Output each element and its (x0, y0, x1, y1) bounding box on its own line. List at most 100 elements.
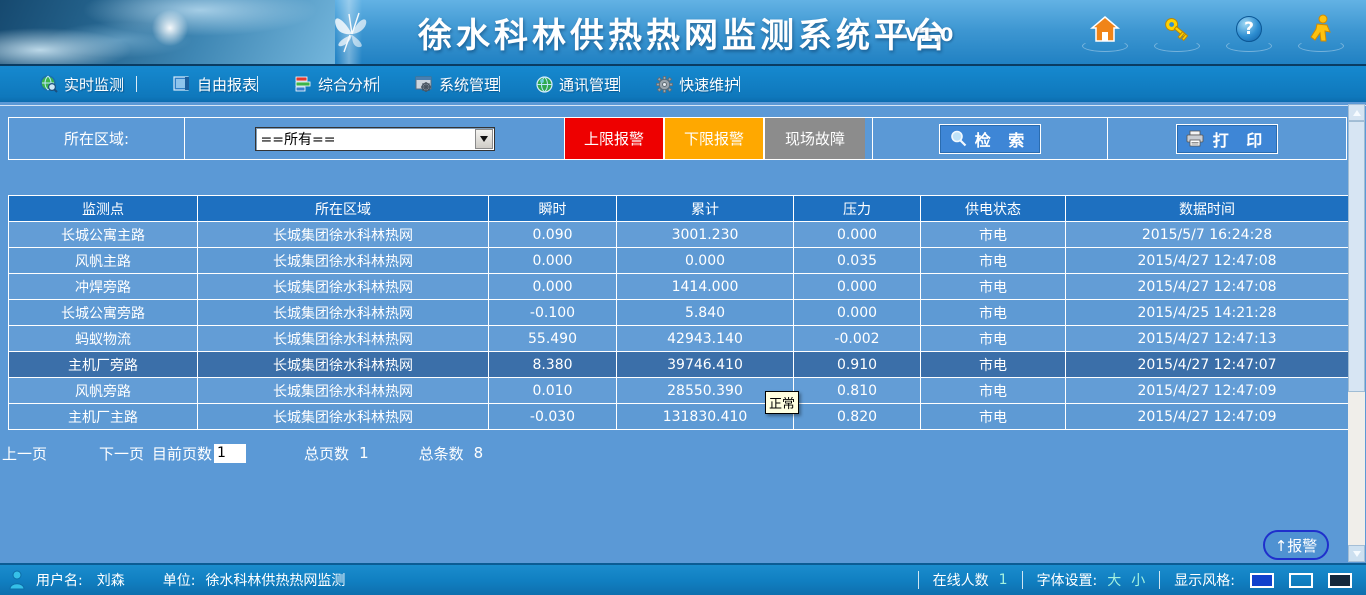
current-page-label: 目前页数 (152, 443, 212, 464)
nav-item-maintenance[interactable]: 快速维护 (656, 74, 739, 95)
nav-item-label: 通讯管理 (559, 74, 619, 95)
ripple-decoration (1298, 40, 1344, 52)
nav-item-label: 系统管理 (439, 74, 499, 95)
scroll-down-button[interactable] (1348, 545, 1365, 562)
key-button[interactable] (1160, 12, 1194, 46)
table-row[interactable]: 风帆主路 长城集团徐水科林热网 0.000 0.000 0.035 市电 201… (9, 248, 1349, 274)
cell-data-time: 2015/4/27 12:47:09 (1066, 378, 1349, 404)
table-row[interactable]: 长城公寓旁路 长城集团徐水科林热网 -0.100 5.840 0.000 市电 … (9, 300, 1349, 326)
cell-pressure: 0.910 (794, 352, 921, 378)
table-header-row: 监测点 所在区域 瞬时 累计 压力 供电状态 数据时间 (9, 196, 1349, 222)
prev-page-link[interactable]: 上一页 (2, 443, 47, 464)
nav-item-realtime[interactable]: 实时监测 (40, 74, 136, 95)
cell-region: 长城集团徐水科林热网 (198, 248, 489, 274)
cell-pressure: 0.000 (794, 300, 921, 326)
nav-separator (499, 76, 500, 92)
search-button[interactable]: 检 索 (939, 124, 1041, 154)
cell-monitor-point: 主机厂主路 (9, 404, 198, 430)
cell-power-status: 市电 (921, 274, 1066, 300)
version-label: V1.0 (905, 24, 953, 46)
display-style-label: 显示风格: (1174, 570, 1235, 590)
user-exit-button[interactable] (1304, 12, 1338, 46)
triangle-up-icon (1353, 110, 1361, 116)
style-swatch-dark[interactable] (1328, 573, 1352, 588)
user-icon (8, 570, 26, 590)
table-row[interactable]: 冲焊旁路 长城集团徐水科林热网 0.000 1414.000 0.000 市电 … (9, 274, 1349, 300)
analysis-icon (294, 76, 312, 92)
cell-region: 长城集团徐水科林热网 (198, 404, 489, 430)
cell-power-status: 市电 (921, 248, 1066, 274)
cell-instant: 0.090 (489, 222, 617, 248)
alarm-float-button[interactable]: ↑报警 (1263, 530, 1329, 560)
cell-monitor-point: 风帆旁路 (9, 378, 198, 404)
nav-item-system[interactable]: 系统管理 (415, 74, 499, 95)
nav-item-communication[interactable]: 通讯管理 (536, 74, 619, 95)
nav-item-analysis[interactable]: 综合分析 (294, 74, 378, 95)
cell-region: 长城集团徐水科林热网 (198, 222, 489, 248)
ripple-decoration (1154, 40, 1200, 52)
cell-power-status: 市电 (921, 326, 1066, 352)
cell-pressure: 0.000 (794, 274, 921, 300)
column-header[interactable]: 供电状态 (921, 196, 1066, 222)
nav-item-label: 综合分析 (318, 74, 378, 95)
nav-separator (739, 76, 740, 92)
cell-pressure: 0.810 (794, 378, 921, 404)
nav-separator (136, 76, 137, 92)
style-swatch-blue[interactable] (1250, 573, 1274, 588)
column-header[interactable]: 数据时间 (1066, 196, 1349, 222)
table-row[interactable]: 风帆旁路 长城集团徐水科林热网 0.010 28550.390 0.810 市电… (9, 378, 1349, 404)
vertical-scrollbar[interactable] (1348, 104, 1365, 562)
lower-limit-alarm-button[interactable]: 下限报警 (665, 118, 765, 159)
home-button[interactable] (1088, 12, 1122, 46)
pagination-bar: 上一页 下一页 目前页数 总页数 1 总条数 8 (2, 442, 483, 464)
cell-instant: 0.010 (489, 378, 617, 404)
region-select[interactable]: ==所有== (255, 127, 495, 151)
current-page-input[interactable] (214, 444, 246, 463)
column-header[interactable]: 所在区域 (198, 196, 489, 222)
table-row[interactable]: 主机厂旁路 长城集团徐水科林热网 8.380 39746.410 0.910 市… (9, 352, 1349, 378)
page-title: 徐水科林供热热网监测系统平台 (418, 8, 950, 57)
dropdown-arrow-button[interactable] (475, 129, 493, 149)
cell-instant: 0.000 (489, 248, 617, 274)
online-count-value: 1 (999, 572, 1008, 588)
cell-cumulative: 39746.410 (617, 352, 794, 378)
globe-icon (536, 76, 553, 93)
ripple-decoration (1082, 40, 1128, 52)
scrollbar-thumb[interactable] (1348, 121, 1365, 392)
font-large-option[interactable]: 大 (1107, 570, 1121, 590)
column-header[interactable]: 压力 (794, 196, 921, 222)
cell-cumulative: 1414.000 (617, 274, 794, 300)
cell-power-status: 市电 (921, 352, 1066, 378)
cell-power-status: 市电 (921, 378, 1066, 404)
search-icon (950, 130, 967, 147)
help-button[interactable]: ? (1232, 12, 1266, 46)
print-button[interactable]: 打 印 (1176, 124, 1278, 154)
column-header[interactable]: 监测点 (9, 196, 198, 222)
next-page-link[interactable]: 下一页 (99, 443, 144, 464)
cell-instant: 8.380 (489, 352, 617, 378)
field-fault-button[interactable]: 现场故障 (765, 118, 865, 159)
cell-cumulative: 0.000 (617, 248, 794, 274)
org-label: 单位: (163, 570, 196, 590)
nav-item-reports[interactable]: 自由报表 (173, 74, 257, 95)
status-separator (1022, 571, 1023, 589)
total-items-value: 8 (474, 444, 484, 462)
nav-item-label: 快速维护 (679, 74, 739, 95)
region-selected-value: ==所有== (256, 129, 475, 149)
scroll-up-button[interactable] (1348, 104, 1365, 121)
table-row[interactable]: 长城公寓主路 长城集团徐水科林热网 0.090 3001.230 0.000 市… (9, 222, 1349, 248)
cell-pressure: 0.000 (794, 222, 921, 248)
filter-bar: 所在区域: ==所有== 上限报警 下限报警 现场故障 检 索 (8, 117, 1347, 160)
report-icon (173, 76, 191, 92)
header-banner: 徐水科林供热热网监测系统平台 V1.0 ? (0, 0, 1366, 66)
upper-limit-alarm-button[interactable]: 上限报警 (565, 118, 665, 159)
cell-data-time: 2015/4/27 12:47:08 (1066, 274, 1349, 300)
table-row[interactable]: 蚂蚁物流 长城集团徐水科林热网 55.490 42943.140 -0.002 … (9, 326, 1349, 352)
chevron-down-icon (480, 136, 488, 142)
font-small-option[interactable]: 小 (1131, 570, 1145, 590)
style-swatch-light[interactable] (1289, 573, 1313, 588)
column-header[interactable]: 瞬时 (489, 196, 617, 222)
table-row[interactable]: 主机厂主路 长城集团徐水科林热网 -0.030 131830.410 0.820… (9, 404, 1349, 430)
cell-pressure: -0.002 (794, 326, 921, 352)
column-header[interactable]: 累计 (617, 196, 794, 222)
